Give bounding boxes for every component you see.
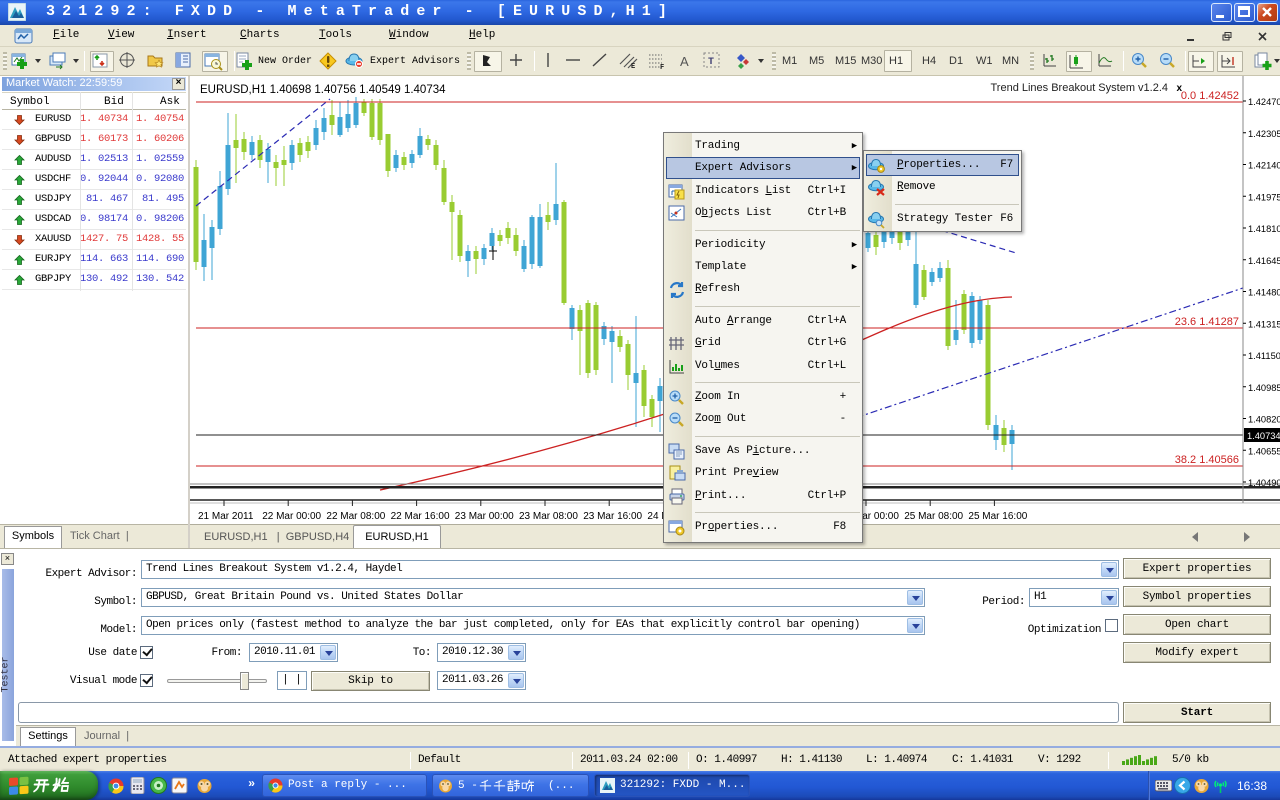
svg-text:1.40820: 1.40820 (1248, 415, 1280, 425)
svg-text:25 Mar 08:00: 25 Mar 08:00 (904, 511, 963, 522)
svg-text:22 Mar 08:00: 22 Mar 08:00 (326, 511, 385, 522)
svg-text:1.42140: 1.42140 (1248, 161, 1280, 171)
svg-text:1.40655: 1.40655 (1248, 446, 1280, 456)
svg-text:1.41315: 1.41315 (1248, 319, 1280, 329)
svg-text:23 Mar 08:00: 23 Mar 08:00 (519, 511, 578, 522)
svg-text:T: T (708, 57, 714, 68)
svg-text:E: E (631, 63, 635, 70)
svg-text:1.40490: 1.40490 (1248, 478, 1280, 488)
svg-text:21 Mar 2011: 21 Mar 2011 (198, 511, 254, 522)
svg-text:25 Mar 16:00: 25 Mar 16:00 (968, 511, 1027, 522)
svg-text:Trend Lines Breakout System v1: Trend Lines Breakout System v1.2.4 (990, 82, 1168, 94)
svg-text:1.40985: 1.40985 (1248, 383, 1280, 393)
svg-text:1.41975: 1.41975 (1248, 192, 1280, 202)
svg-text:23 Mar 16:00: 23 Mar 16:00 (583, 511, 642, 522)
svg-text:1.41810: 1.41810 (1248, 224, 1280, 234)
svg-text:22 Mar 16:00: 22 Mar 16:00 (391, 511, 450, 522)
svg-text:1.40734: 1.40734 (1247, 431, 1280, 441)
svg-text:23.6 1.41287: 23.6 1.41287 (1175, 316, 1239, 328)
svg-text:1.41645: 1.41645 (1248, 256, 1280, 266)
svg-text:1.41480: 1.41480 (1248, 288, 1280, 298)
svg-text:22 Mar 00:00: 22 Mar 00:00 (262, 511, 321, 522)
svg-text:EURUSD,H1 1.40698 1.40756 1.4: EURUSD,H1 1.40698 1.40756 1.40549 1.4073… (200, 84, 446, 96)
svg-text:0.0 1.42452: 0.0 1.42452 (1181, 90, 1239, 102)
svg-text:1.42470: 1.42470 (1248, 97, 1280, 107)
svg-text:1.42305: 1.42305 (1248, 129, 1280, 139)
svg-text:38.2 1.40566: 38.2 1.40566 (1175, 454, 1239, 466)
svg-text:1.41150: 1.41150 (1248, 351, 1280, 361)
svg-text:F: F (660, 64, 664, 70)
svg-text:23 Mar 00:00: 23 Mar 00:00 (455, 511, 514, 522)
